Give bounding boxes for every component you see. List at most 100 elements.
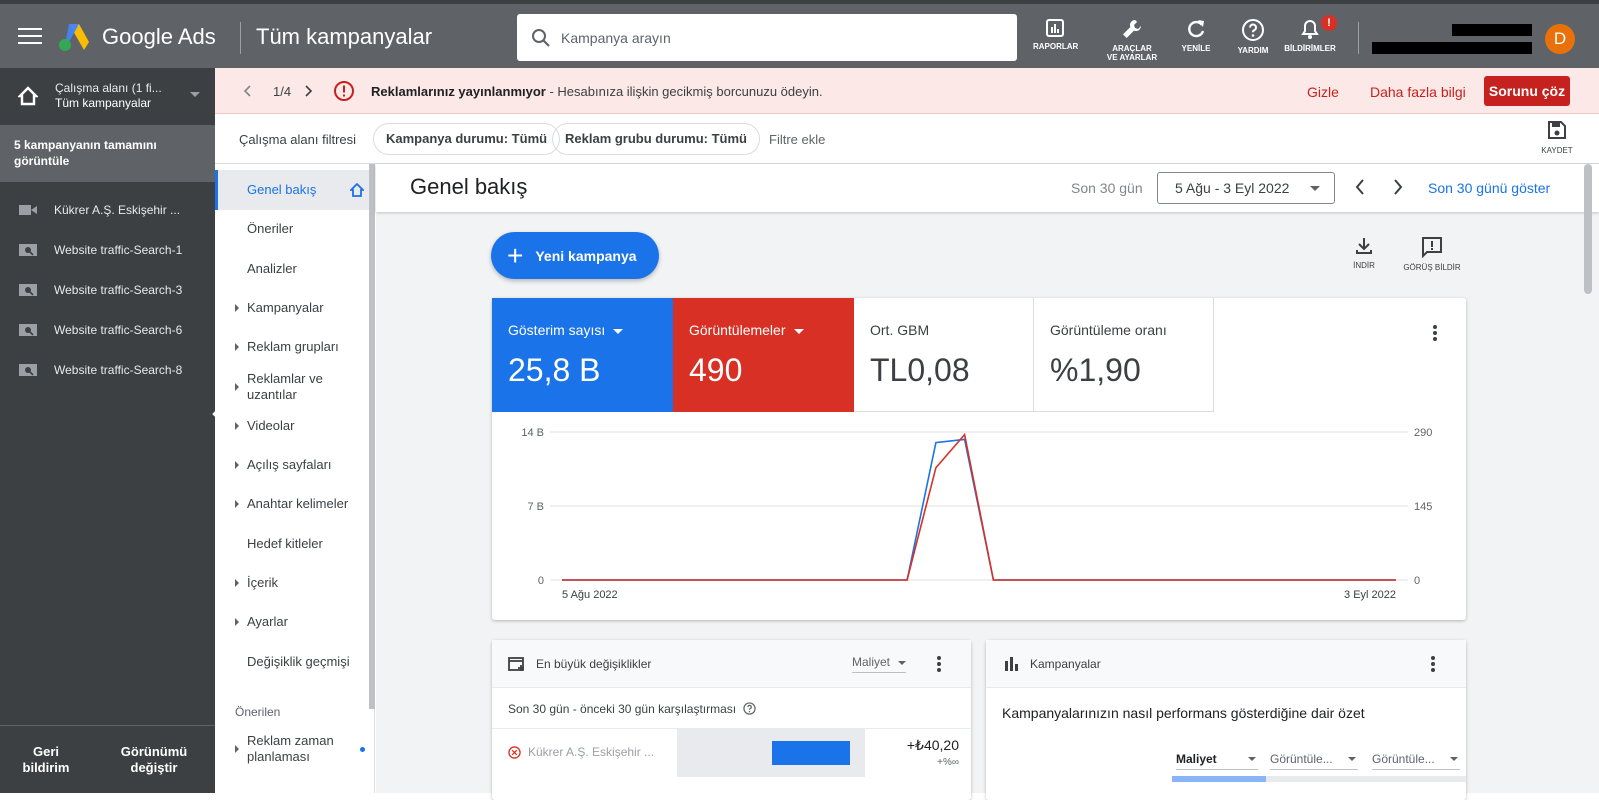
nav-item[interactable]: Anahtar kelimeler — [215, 484, 370, 524]
metric-select-2[interactable]: Görüntüle... — [1270, 752, 1358, 770]
reports-button[interactable]: RAPORLAR — [1033, 18, 1078, 51]
video-campaign-icon — [19, 205, 37, 215]
adgroup-status-chip[interactable]: Reklam grubu durumu: Tümü — [552, 123, 760, 155]
nav-item[interactable]: Reklamlar ve uzantılar — [215, 367, 370, 407]
google-ads-logo — [59, 24, 89, 51]
nav-item[interactable]: Genel bakış — [215, 170, 370, 210]
nav-item[interactable]: Ayarlar — [215, 602, 370, 642]
nav-item-ad-schedule[interactable]: Reklam zaman planlaması — [215, 729, 370, 769]
caret-down-icon — [793, 328, 804, 334]
alert-message: Reklamlarınız yayınlanmıyor - Hesabınıza… — [371, 84, 823, 99]
y-right-tick-label: 0 — [1414, 575, 1420, 587]
main-scrollbar[interactable] — [1584, 164, 1592, 294]
table-row[interactable]: Kükrer A.Ş. Eskişehir ... +₺40,20 +%∞ — [492, 728, 971, 777]
change-value: +₺40,20 — [906, 737, 959, 753]
wrench-icon — [1123, 19, 1141, 38]
nav-scrollbar[interactable] — [369, 164, 375, 709]
more-options-icon[interactable] — [936, 655, 942, 673]
expand-arrow-icon — [235, 303, 239, 312]
campaign-search[interactable] — [517, 14, 1017, 61]
search-input[interactable] — [561, 29, 981, 46]
biggest-changes-title: En büyük değişiklikler — [536, 657, 652, 671]
save-icon — [1548, 121, 1566, 139]
campaign-status-chip[interactable]: Kampanya durumu: Tümü — [373, 123, 561, 155]
add-filter-button[interactable]: Filtre ekle — [769, 132, 825, 147]
metric-tile[interactable]: Ort. GBM TL0,08 — [854, 298, 1034, 412]
nav-item[interactable]: Açılış sayfaları — [215, 445, 370, 485]
help-icon[interactable] — [743, 702, 757, 715]
nav-item[interactable]: Analizler — [215, 249, 370, 289]
nav-item[interactable]: Değişiklik geçmişi — [215, 642, 370, 682]
account-id-redacted[interactable] — [1372, 42, 1532, 54]
hamburger-menu-icon[interactable] — [18, 26, 42, 46]
show-last-30-link[interactable]: Son 30 günü göster — [1428, 180, 1550, 196]
tools-settings-button[interactable]: ARAÇLAR VE AYARLAR — [1104, 18, 1160, 62]
filter-bar: Çalışma alanı filtresi Kampanya durumu: … — [215, 114, 1599, 164]
save-button[interactable]: KAYDET — [1535, 120, 1579, 155]
metric-value: 25,8 B — [508, 352, 601, 388]
campaign-item[interactable]: Website traffic-Search-6 — [0, 310, 215, 350]
new-indicator-dot — [360, 747, 365, 752]
expand-arrow-icon — [235, 579, 239, 587]
period-label: Son 30 gün — [1071, 180, 1143, 196]
sidebar-footer: Geri bildirim Görünümü değiştir — [0, 725, 215, 793]
feedback-button[interactable]: Geri bildirim — [18, 744, 74, 776]
more-info-link[interactable]: Daha fazla bilgi — [1370, 84, 1466, 100]
overview-title: Genel bakış — [410, 174, 528, 199]
metric-tile[interactable]: Gösterim sayısı 25,8 B — [492, 298, 673, 412]
nav-item[interactable]: Videolar — [215, 406, 370, 446]
metric-tile[interactable]: Görüntüleme oranı %1,90 — [1034, 298, 1214, 412]
workspace-selector[interactable]: Çalışma alanı (1 fi... Tüm kampanyalar — [0, 68, 215, 125]
send-feedback-button[interactable]: GÖRÜŞ BİLDİR — [1400, 236, 1464, 272]
alert-banner: 1/4 Reklamlarınız yayınlanmıyor - Hesabı… — [215, 68, 1599, 114]
change-percent: +%∞ — [937, 757, 959, 768]
biggest-changes-card: En büyük değişiklikler Maliyet Son 30 gü… — [492, 640, 971, 800]
metric-value: TL0,08 — [870, 352, 970, 388]
caret-down-icon — [613, 328, 624, 334]
nav-item[interactable]: Kampanyalar — [215, 288, 370, 328]
switch-view-button[interactable]: Görünümü değiştir — [112, 744, 196, 776]
chevron-right-icon[interactable] — [305, 85, 313, 97]
fix-issue-button[interactable]: Sorunu çöz — [1484, 76, 1570, 106]
more-options-icon[interactable] — [1432, 324, 1438, 342]
metric-tile[interactable]: Görüntülemeler 490 — [673, 298, 854, 412]
campaign-item[interactable]: Kükrer A.Ş. Eskişehir ... — [0, 190, 215, 230]
search-campaign-icon — [19, 324, 37, 336]
home-icon — [18, 86, 38, 106]
chevron-left-icon[interactable] — [243, 85, 251, 97]
hide-alert-link[interactable]: Gizle — [1307, 84, 1339, 100]
nav-item[interactable]: İçerik — [215, 563, 370, 603]
campaign-item[interactable]: Website traffic-Search-3 — [0, 270, 215, 310]
avatar[interactable]: D — [1545, 24, 1575, 54]
bar-chart-icon — [1005, 657, 1018, 671]
refresh-button[interactable]: YENİLE — [1178, 18, 1214, 53]
view-all-campaigns[interactable]: 5 kampanyanın tamamını görüntüle — [0, 125, 215, 182]
page-navigation: Genel bakış Öneriler Analizler Kampanyalar R… — [215, 164, 375, 793]
account-name-redacted[interactable] — [1452, 24, 1532, 36]
metric-select-1[interactable]: Maliyet — [1176, 752, 1258, 770]
campaign-item[interactable]: Website traffic-Search-8 — [0, 350, 215, 390]
metric-select[interactable]: Maliyet — [852, 655, 907, 673]
date-range-select[interactable]: 5 Ağu - 3 Eyl 2022 — [1157, 172, 1335, 204]
workspace-filter-label: Çalışma alanı filtresi — [239, 132, 357, 147]
change-bar — [772, 741, 850, 765]
metric-select-3[interactable]: Görüntüle... — [1372, 752, 1460, 770]
new-campaign-button[interactable]: + Yeni kampanya — [491, 232, 659, 279]
home-icon — [350, 183, 364, 197]
help-button[interactable]: YARDIM — [1235, 18, 1271, 55]
more-options-icon[interactable] — [1430, 655, 1436, 673]
campaign-bar — [1172, 776, 1266, 782]
download-button[interactable]: İNDİR — [1344, 236, 1384, 270]
metric-label: Görüntüleme oranı — [1050, 322, 1167, 338]
nav-item[interactable]: Hedef kitleler — [215, 524, 370, 564]
chevron-left-icon[interactable] — [1354, 178, 1366, 196]
chevron-right-icon[interactable] — [1392, 178, 1404, 196]
overview-header: Genel bakış Son 30 gün 5 Ağu - 3 Eyl 202… — [376, 164, 1599, 212]
nav-item[interactable]: Reklam grupları — [215, 327, 370, 367]
search-campaign-icon — [19, 364, 37, 376]
notifications-button[interactable]: ! BİLDİRİMLER — [1282, 15, 1338, 53]
campaign-item[interactable]: Website traffic-Search-1 — [0, 230, 215, 270]
metric-label: Görüntülemeler — [689, 322, 838, 338]
nav-item[interactable]: Öneriler — [215, 209, 370, 249]
search-campaign-icon — [19, 244, 37, 256]
